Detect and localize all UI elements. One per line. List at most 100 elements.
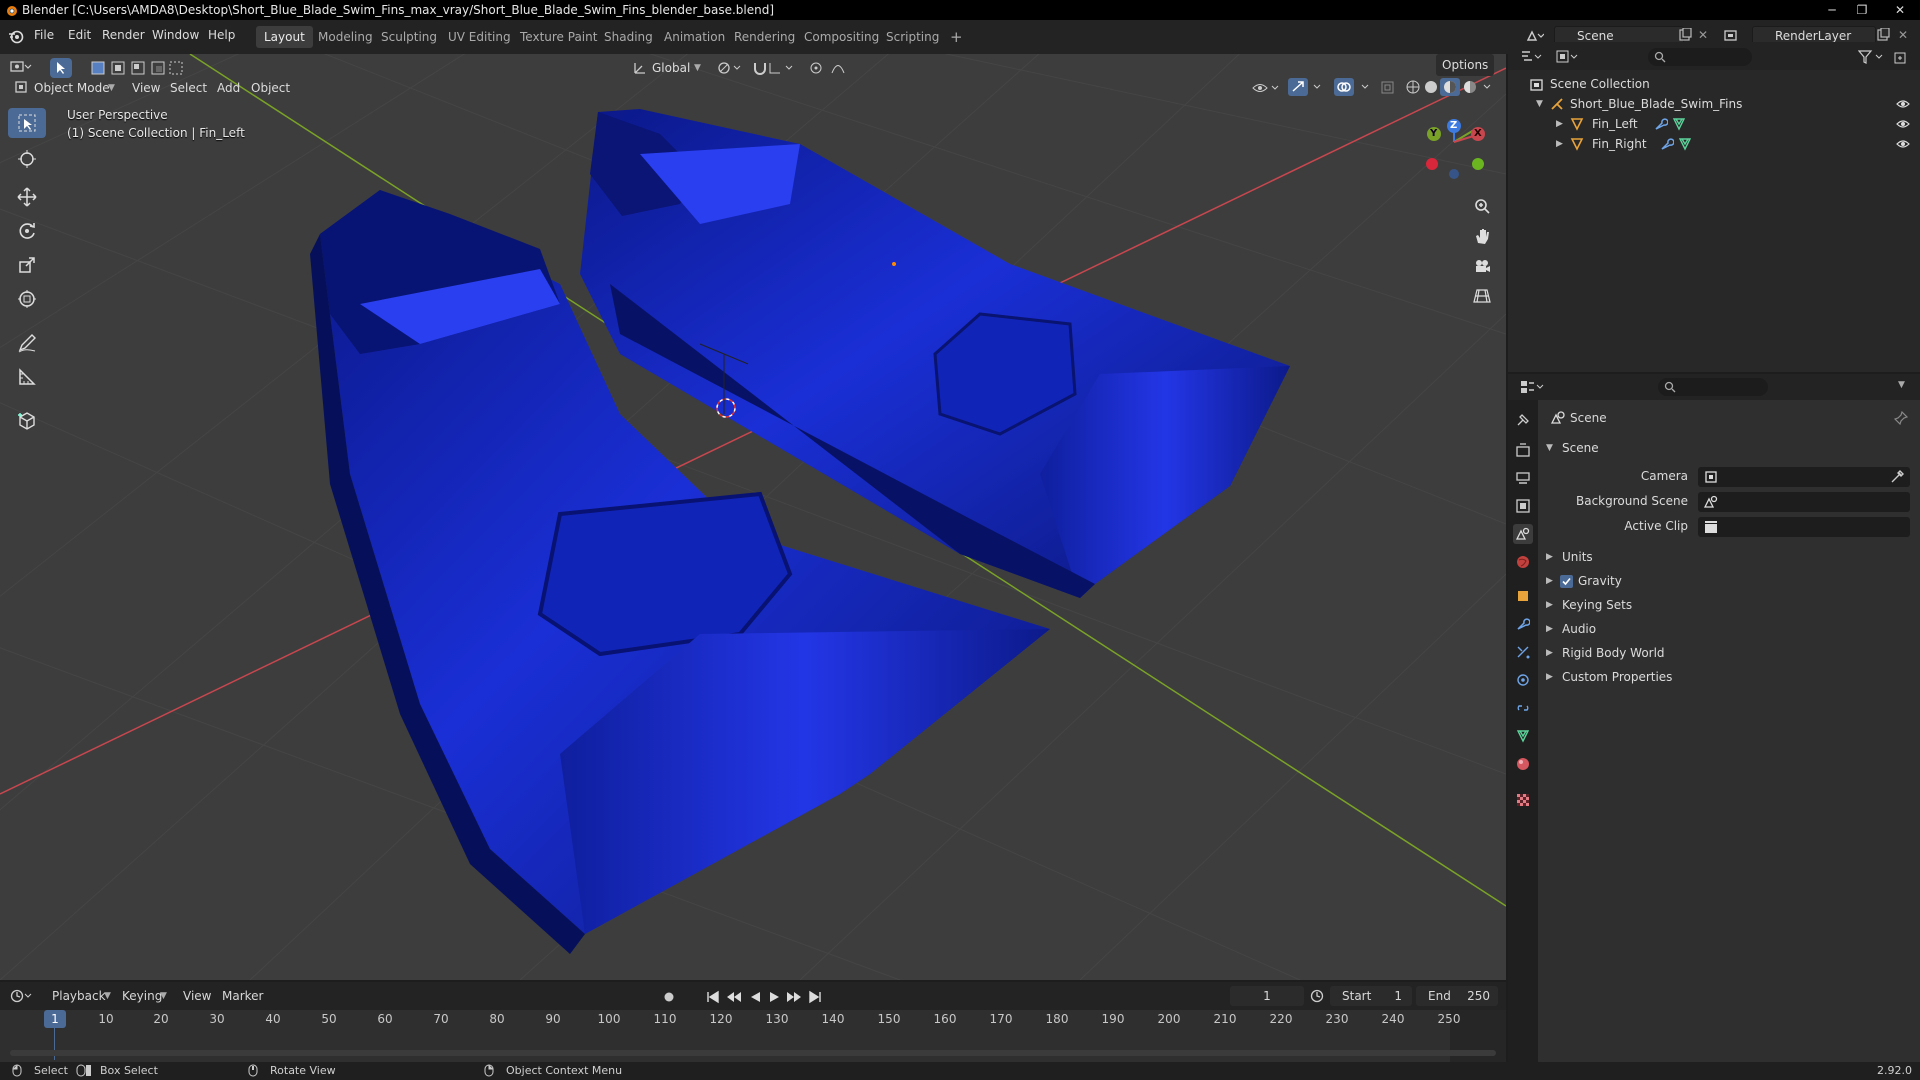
mesh-data-icon[interactable] bbox=[1678, 137, 1692, 151]
custom-properties-panel-header[interactable]: ▶ Custom Properties bbox=[1540, 666, 1912, 688]
tab-texture[interactable] bbox=[1513, 790, 1533, 810]
pin-icon[interactable] bbox=[1894, 411, 1908, 425]
minimize-button[interactable]: ─ bbox=[1818, 0, 1846, 20]
maximize-button[interactable]: ❐ bbox=[1848, 0, 1876, 20]
add-workspace-button[interactable]: + bbox=[942, 26, 971, 48]
properties-editor-type-icon[interactable] bbox=[1520, 380, 1544, 394]
snap-icon[interactable] bbox=[752, 60, 794, 76]
active-clip-field[interactable] bbox=[1698, 517, 1910, 537]
mesh-data-icon[interactable] bbox=[1672, 117, 1686, 131]
tab-material[interactable] bbox=[1513, 754, 1533, 774]
new-collection-icon[interactable] bbox=[1894, 50, 1908, 64]
selection-mode-set-icon[interactable] bbox=[90, 60, 184, 76]
menu-help[interactable]: Help bbox=[208, 28, 235, 42]
pivot-point-icon[interactable] bbox=[716, 60, 744, 76]
audio-panel-header[interactable]: ▶ Audio bbox=[1540, 618, 1912, 640]
object-mode-dropdown[interactable]: Object Mode bbox=[34, 81, 110, 95]
jump-to-end-icon[interactable] bbox=[808, 990, 822, 1004]
expand-chevron-right-icon[interactable]: ▶ bbox=[1556, 134, 1563, 154]
new-scene-icon[interactable] bbox=[1678, 28, 1692, 42]
tab-rendering[interactable]: Rendering bbox=[726, 26, 803, 48]
tab-constraints[interactable] bbox=[1513, 698, 1533, 718]
perspective-toggle-icon[interactable] bbox=[1468, 282, 1496, 310]
outliner-search-input[interactable] bbox=[1648, 48, 1752, 66]
jump-to-start-icon[interactable] bbox=[706, 990, 720, 1004]
tab-object[interactable] bbox=[1513, 586, 1533, 606]
chevron-down-icon[interactable]: ▼ bbox=[1898, 380, 1905, 390]
rigid-body-world-panel-header[interactable]: ▶ Rigid Body World bbox=[1540, 642, 1912, 664]
keying-sets-panel-header[interactable]: ▶ Keying Sets bbox=[1540, 594, 1912, 616]
visibility-eye-icon[interactable] bbox=[1896, 138, 1910, 150]
end-frame-field[interactable]: End 250 bbox=[1416, 986, 1498, 1006]
preview-range-clock-icon[interactable] bbox=[1310, 989, 1324, 1003]
tab-texture-paint[interactable]: Texture Paint bbox=[512, 26, 605, 48]
tab-output[interactable] bbox=[1513, 468, 1533, 488]
jump-to-keyframe-back-icon[interactable] bbox=[726, 990, 742, 1004]
play-icon[interactable] bbox=[768, 990, 782, 1004]
options-dropdown[interactable]: Options bbox=[1436, 54, 1495, 76]
overlays-toggle-icon[interactable] bbox=[1334, 78, 1376, 96]
tab-scene[interactable] bbox=[1513, 524, 1533, 544]
cursor-tool[interactable] bbox=[8, 144, 46, 174]
auto-keying-record-icon[interactable] bbox=[662, 990, 676, 1004]
tab-view-layer[interactable] bbox=[1513, 496, 1533, 516]
keying-menu[interactable]: Keying bbox=[122, 989, 162, 1003]
outliner-row-collection[interactable]: ▼ Short_Blue_Blade_Swim_Fins bbox=[1508, 94, 1920, 114]
select-tool-mode-icon[interactable] bbox=[50, 58, 72, 78]
tab-scripting[interactable]: Scripting bbox=[878, 26, 947, 48]
tab-sculpting[interactable]: Sculpting bbox=[373, 26, 445, 48]
add-cube-tool[interactable] bbox=[8, 406, 46, 436]
display-mode-icon[interactable] bbox=[1556, 50, 1578, 64]
tab-world[interactable] bbox=[1513, 552, 1533, 572]
tab-uv-editing[interactable]: UV Editing bbox=[440, 26, 519, 48]
tab-animation[interactable]: Animation bbox=[656, 26, 733, 48]
navigation-gizmo[interactable]: Y Z X bbox=[1420, 112, 1500, 192]
viewport-menu-add[interactable]: Add bbox=[217, 81, 240, 95]
new-view-layer-icon[interactable] bbox=[1876, 28, 1890, 42]
background-scene-field[interactable] bbox=[1698, 492, 1910, 512]
measure-tool[interactable] bbox=[8, 362, 46, 392]
tab-particles[interactable] bbox=[1513, 642, 1533, 662]
scale-tool[interactable] bbox=[8, 250, 46, 280]
proportional-editing-icon[interactable] bbox=[808, 60, 852, 76]
tab-compositing[interactable]: Compositing bbox=[796, 26, 887, 48]
units-panel-header[interactable]: ▶ Units bbox=[1540, 546, 1912, 568]
expand-chevron-right-icon[interactable]: ▶ bbox=[1556, 114, 1563, 134]
xray-toggle-icon[interactable] bbox=[1380, 80, 1396, 96]
timeline-view-menu[interactable]: View bbox=[183, 989, 211, 1003]
outliner-row-fin-right[interactable]: ▶ Fin_Right bbox=[1508, 134, 1920, 154]
viewport-menu-object[interactable]: Object bbox=[251, 81, 290, 95]
scene-panel-header[interactable]: ▼ Scene bbox=[1540, 437, 1912, 459]
tab-modifiers[interactable] bbox=[1513, 614, 1533, 634]
timeline-editor-type-icon[interactable] bbox=[10, 989, 34, 1003]
camera-field[interactable] bbox=[1698, 467, 1910, 487]
tab-modeling[interactable]: Modeling bbox=[310, 26, 381, 48]
tab-layout[interactable]: Layout bbox=[256, 26, 313, 48]
pan-hand-icon[interactable] bbox=[1468, 222, 1496, 250]
gizmo-toggle-icon[interactable] bbox=[1288, 78, 1326, 96]
start-frame-field[interactable]: Start 1 bbox=[1330, 986, 1412, 1006]
gravity-checkbox[interactable] bbox=[1560, 575, 1573, 588]
select-box-tool[interactable] bbox=[8, 108, 46, 138]
3d-viewport[interactable] bbox=[0, 54, 1506, 980]
gravity-panel-header[interactable]: ▶ Gravity bbox=[1540, 570, 1912, 592]
filter-icon[interactable] bbox=[1858, 50, 1886, 64]
timeline-scrollbar[interactable] bbox=[10, 1050, 1496, 1056]
tab-object-data[interactable] bbox=[1513, 726, 1533, 746]
playback-menu[interactable]: Playback bbox=[52, 989, 106, 1003]
playhead[interactable]: 1 bbox=[44, 1010, 66, 1028]
visibility-eye-icon[interactable] bbox=[1896, 98, 1910, 110]
visibility-eye-icon[interactable] bbox=[1896, 118, 1910, 130]
blender-menu-icon[interactable] bbox=[8, 28, 24, 44]
menu-window[interactable]: Window bbox=[152, 28, 199, 42]
zoom-icon[interactable] bbox=[1468, 192, 1496, 220]
remove-scene-icon[interactable]: ✕ bbox=[1698, 28, 1708, 42]
marker-menu[interactable]: Marker bbox=[222, 989, 263, 1003]
camera-view-icon[interactable] bbox=[1468, 252, 1496, 280]
tab-shading[interactable]: Shading bbox=[596, 26, 661, 48]
current-frame-field[interactable]: 1 bbox=[1230, 986, 1304, 1006]
tab-render[interactable] bbox=[1513, 440, 1533, 460]
shading-modes-icon[interactable] bbox=[1404, 78, 1496, 96]
play-reverse-icon[interactable] bbox=[748, 990, 762, 1004]
viewport-menu-select[interactable]: Select bbox=[170, 81, 207, 95]
